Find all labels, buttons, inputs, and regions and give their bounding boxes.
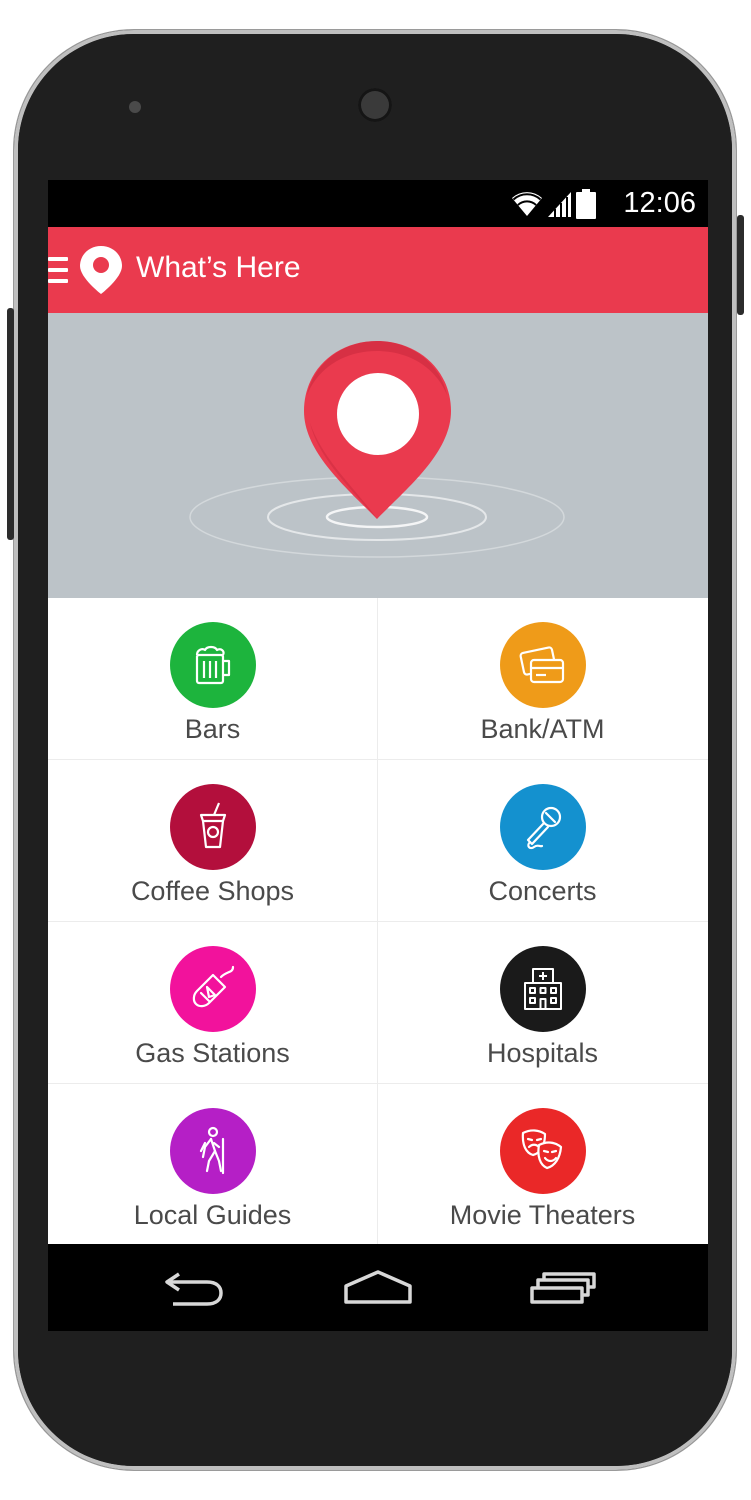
theater-masks-icon <box>521 1129 563 1170</box>
category-label: Bank/ATM <box>480 714 605 744</box>
category-label: Local Guides <box>133 1200 292 1230</box>
back-icon[interactable] <box>163 1264 227 1312</box>
home-icon[interactable] <box>343 1264 413 1312</box>
coffee-shops-icon-circle <box>170 784 256 870</box>
grid-divider <box>48 1083 708 1084</box>
category-label: Coffee Shops <box>130 876 295 906</box>
bank-atm-icon-circle <box>500 622 586 708</box>
movie-theaters-icon-circle <box>500 1108 586 1194</box>
credit-card-icon <box>519 646 565 684</box>
status-icons <box>510 188 596 220</box>
category-tile-gas-stations[interactable]: Gas Stations <box>48 922 377 1083</box>
clock: 12:06 <box>623 187 696 219</box>
bars-icon-circle <box>170 622 256 708</box>
navigation-bar <box>48 1244 708 1331</box>
front-camera <box>358 88 392 122</box>
local-guides-icon-circle <box>170 1108 256 1194</box>
app-title: What’s Here <box>136 251 301 284</box>
category-label: Movie Theaters <box>449 1200 636 1230</box>
fuel-nozzle-icon <box>192 965 235 1008</box>
category-tile-bank-atm[interactable]: Bank/ATM <box>378 598 707 759</box>
hero-banner <box>48 313 708 598</box>
location-hero-illustration <box>189 341 565 558</box>
menu-icon[interactable] <box>48 257 68 283</box>
coffee-cup-icon <box>199 802 227 849</box>
category-tile-bars[interactable]: Bars <box>48 598 377 759</box>
category-tile-concerts[interactable]: Concerts <box>378 760 707 921</box>
location-pin-icon <box>80 246 122 294</box>
hiker-icon <box>199 1126 225 1175</box>
power-button <box>737 215 744 315</box>
category-tile-coffee-shops[interactable]: Coffee Shops <box>48 760 377 921</box>
microphone-icon <box>526 806 562 850</box>
volume-button <box>7 308 14 540</box>
category-label: Gas Stations <box>135 1038 290 1068</box>
status-bar: 12:06 <box>48 180 708 227</box>
beer-mug-icon <box>195 645 231 685</box>
wifi-icon <box>512 192 542 216</box>
screen: 12:06 What’s Here Bars Bank/ATM Coffee S… <box>48 180 708 1331</box>
category-tile-local-guides[interactable]: Local Guides <box>48 1084 377 1245</box>
concerts-icon-circle <box>500 784 586 870</box>
cell-signal-icon <box>548 192 571 217</box>
grid-divider <box>48 759 708 760</box>
app-bar: What’s Here <box>48 227 708 313</box>
sensor-dot <box>129 101 141 113</box>
category-tile-hospitals[interactable]: Hospitals <box>378 922 707 1083</box>
hospital-building-icon <box>524 968 562 1010</box>
category-tile-movie-theaters[interactable]: Movie Theaters <box>378 1084 707 1245</box>
recents-icon[interactable] <box>530 1264 596 1312</box>
category-label: Bars <box>184 714 241 744</box>
grid-divider <box>48 921 708 922</box>
battery-icon <box>576 189 596 219</box>
category-label: Hospitals <box>486 1038 599 1068</box>
category-label: Concerts <box>488 876 597 906</box>
hospitals-icon-circle <box>500 946 586 1032</box>
gas-stations-icon-circle <box>170 946 256 1032</box>
